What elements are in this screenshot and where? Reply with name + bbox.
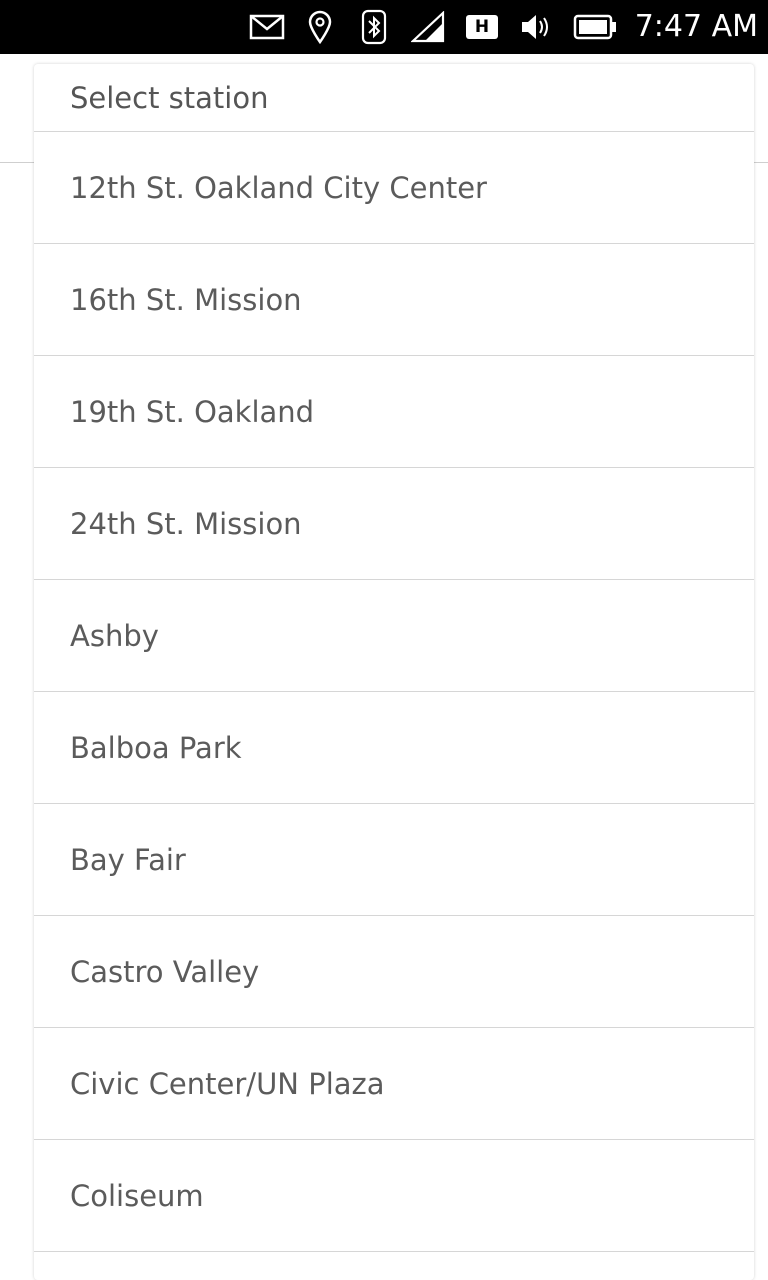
bluetooth-icon [360,9,388,45]
dialog-title: Select station [34,64,754,132]
status-bar: H 7:47 AM [0,0,768,54]
station-list-item[interactable]: Bay Fair [34,804,754,916]
mail-icon [248,10,286,44]
station-list-item[interactable]: 24th St. Mission [34,468,754,580]
station-list-item[interactable]: Ashby [34,580,754,692]
station-list-item[interactable]: Castro Valley [34,916,754,1028]
network-type-label: H [474,17,490,37]
signal-icon [410,10,446,44]
network-h-icon: H [465,10,499,44]
background-divider [0,162,34,163]
volume-icon [518,10,554,44]
station-list-item[interactable]: 12th St. Oakland City Center [34,132,754,244]
location-pin-icon [306,10,334,44]
station-list-item[interactable]: Balboa Park [34,692,754,804]
station-list[interactable]: 12th St. Oakland City Center 16th St. Mi… [34,132,754,1252]
station-picker-dialog: Select station 12th St. Oakland City Cen… [34,64,754,1280]
station-list-item[interactable]: 16th St. Mission [34,244,754,356]
background-divider [754,162,768,163]
station-list-item[interactable]: Coliseum [34,1140,754,1252]
station-list-item[interactable]: Civic Center/UN Plaza [34,1028,754,1140]
status-time: 7:47 AM [634,9,758,44]
station-list-item[interactable]: 19th St. Oakland [34,356,754,468]
battery-icon [572,10,618,44]
